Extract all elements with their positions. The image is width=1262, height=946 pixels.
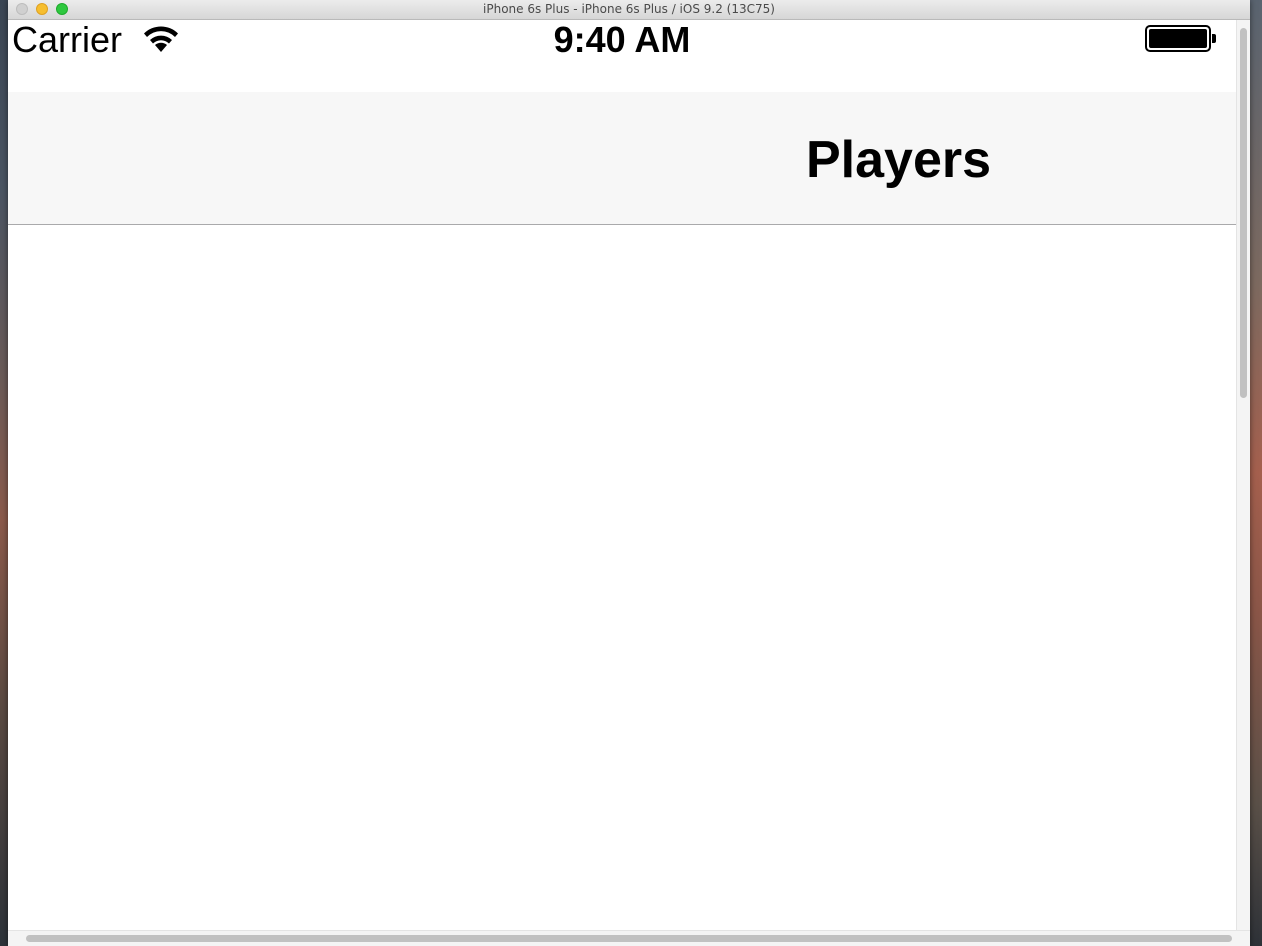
window-titlebar[interactable]: iPhone 6s Plus - iPhone 6s Plus / iOS 9.… bbox=[8, 0, 1250, 20]
desktop-background-right bbox=[1250, 0, 1262, 946]
vertical-scrollbar[interactable] bbox=[1236, 20, 1250, 930]
nav-title: Players bbox=[806, 131, 992, 189]
status-time: 9:40 AM bbox=[553, 20, 691, 60]
battery-tip bbox=[1212, 34, 1216, 43]
battery-level-fill bbox=[1149, 29, 1207, 48]
battery-icon bbox=[1145, 25, 1211, 52]
vertical-scrollbar-thumb[interactable] bbox=[1240, 28, 1247, 398]
status-bar: Carrier 9:40 AM bbox=[8, 20, 1236, 60]
desktop-background-left bbox=[0, 0, 8, 946]
horizontal-scrollbar[interactable] bbox=[8, 930, 1250, 946]
navigation-bar: Players bbox=[8, 92, 1236, 225]
simulator-window: iPhone 6s Plus - iPhone 6s Plus / iOS 9.… bbox=[8, 0, 1250, 946]
window-title: iPhone 6s Plus - iPhone 6s Plus / iOS 9.… bbox=[483, 2, 775, 16]
table-view-content[interactable] bbox=[8, 225, 1236, 930]
device-screen[interactable]: Carrier 9:40 AM Players bbox=[8, 20, 1236, 930]
horizontal-scrollbar-thumb[interactable] bbox=[26, 935, 1232, 942]
